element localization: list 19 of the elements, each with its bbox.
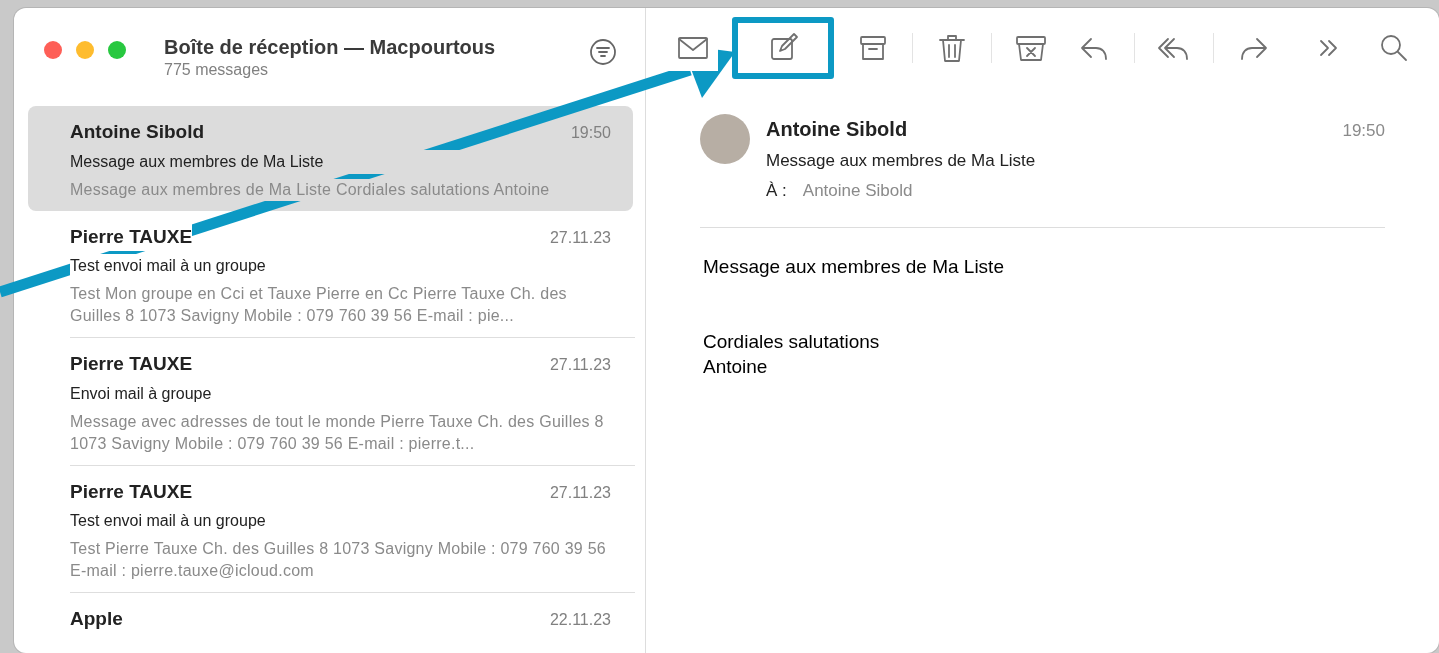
filter-icon[interactable] — [589, 38, 617, 66]
recipient-name: Antoine Sibold — [802, 179, 913, 202]
message-row[interactable]: Pierre TAUXE 27.11.23 Envoi mail à groupe Message avec adresses de tout le monde Pierre Tauxe Ch. des Guilles 8 1073 Savigny Mobile : 079 760 39 56 E-mail : pierre.t... — [28, 338, 633, 465]
sender-name: Antoine Sibold — [766, 117, 908, 142]
message-row[interactable]: Antoine Sibold 19:50 Message aux membres de Ma Liste Message aux membres de Ma Liste Cordiales salutations Antoine — [28, 106, 633, 211]
compose-button[interactable] — [732, 17, 834, 79]
message-row[interactable]: Apple 22.11.23 — [28, 593, 633, 644]
message-count: 775 messages — [164, 60, 270, 80]
message-row[interactable]: Pierre TAUXE 27.11.23 Test envoi mail à un groupe Test Pierre Tauxe Ch. des Guilles 8 1073 Savigny Mobile : 079 760 39 56 E-mail : pierre.tauxe@icloud.com — [28, 465, 633, 592]
message-subject: Message aux membres de Ma Liste — [766, 150, 1037, 172]
window-title: Boîte de réception — Macpourtous — [164, 36, 497, 58]
close-button[interactable] — [44, 41, 62, 59]
body-paragraph: Cordiales salutations Antoine — [703, 330, 881, 379]
message-time: 19:50 — [1342, 120, 1385, 142]
message-row[interactable]: Pierre TAUXE 27.11.23 Test envoi mail à un groupe Test Mon groupe en Cci et Tauxe Pierre en Cc Pierre Tauxe Ch. des Guilles 8 1073 Savigny Mobile : 079 760 39 56 E-mail : pie... — [28, 210, 633, 337]
recipient-label: À : — [766, 179, 787, 202]
sender-name: Pierre TAUXE — [70, 222, 193, 251]
avatar — [700, 114, 750, 164]
body-paragraph: Message aux membres de Ma Liste — [703, 255, 1005, 279]
